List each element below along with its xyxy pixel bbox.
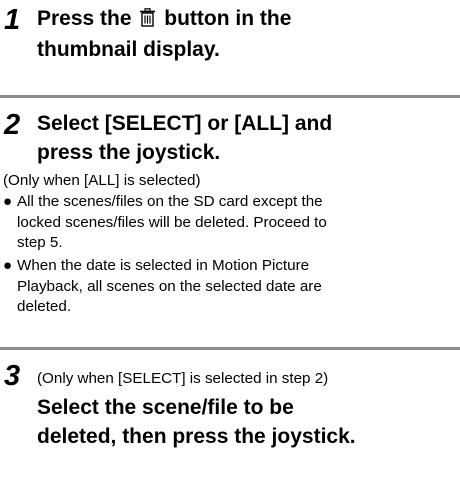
step-3-title-line-0: (Only when [SELECT] is selected in step … (37, 362, 452, 393)
step-3-title-line-1: Select the scene/file to be (37, 396, 294, 419)
bullet-item: ● All the scenes/files on the SD card ex… (3, 193, 327, 251)
step-3-note: (Only when [SELECT] is selected in step … (37, 370, 329, 387)
step-2-title-line-2: press the joystick. (37, 141, 221, 164)
step-3-number: 3 (4, 360, 21, 392)
step-2-title-line-1: Select [SELECT] or [ALL] and (37, 112, 333, 135)
step-3-title-line-2: deleted, then press the joystick. (37, 425, 356, 448)
trash-icon (139, 6, 156, 35)
divider-2 (0, 347, 460, 350)
step-2-number: 2 (4, 109, 21, 141)
step-3-title: (Only when [SELECT] is selected in step … (37, 362, 452, 451)
step-1-title: Press the button in the thumbnail displa… (37, 4, 452, 64)
bullet-item: ● When the date is selected in Motion Pi… (3, 257, 322, 315)
step-2-title: Select [SELECT] or [ALL] and press the j… (37, 109, 452, 167)
step-2-note: (Only when [ALL] is selected) (3, 172, 201, 189)
step-1-title-line-2: thumbnail display. (37, 38, 220, 61)
bullet-icon: ● (3, 193, 13, 210)
divider-1 (0, 95, 460, 98)
step-1-title-line-1: Press the button in the (37, 4, 452, 35)
step-1-number: 1 (4, 4, 21, 36)
bullet-icon: ● (3, 257, 13, 274)
step-1: 1 Press the button in the thumbnail disp… (0, 0, 460, 100)
